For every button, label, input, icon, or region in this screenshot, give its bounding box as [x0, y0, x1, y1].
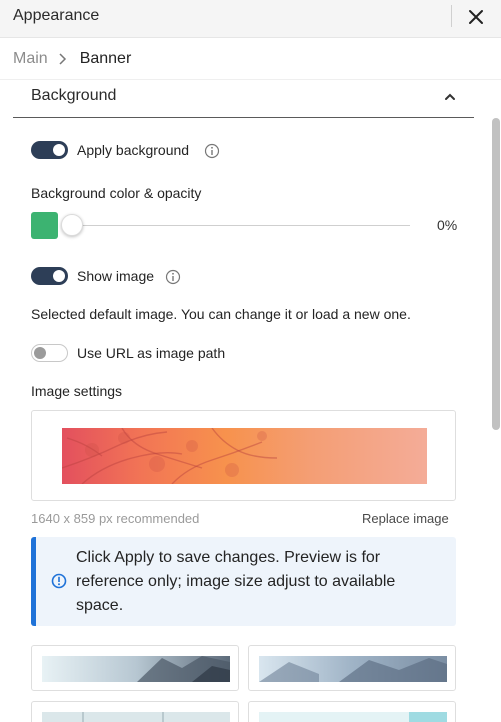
section-title: Background	[31, 87, 117, 104]
opacity-slider-thumb[interactable]	[61, 214, 83, 236]
chevron-up-icon[interactable]	[443, 90, 457, 104]
background-section-header[interactable]: Background	[13, 80, 474, 118]
image-settings-label: Image settings	[31, 383, 123, 399]
notice-text: Click Apply to save changes. Preview is …	[76, 549, 396, 614]
info-notice: Click Apply to save changes. Preview is …	[31, 537, 456, 626]
opacity-value: 0%	[437, 217, 458, 233]
banner-image-preview	[62, 428, 427, 484]
sky-thumbnail	[259, 712, 447, 722]
titlebar-divider	[451, 5, 452, 27]
show-image-label: Show image	[77, 268, 155, 284]
color-opacity-label: Background color & opacity	[31, 185, 202, 201]
breadcrumb-current: Banner	[79, 50, 132, 67]
show-image-toggle[interactable]	[31, 267, 68, 285]
apply-background-toggle[interactable]	[31, 141, 68, 159]
close-icon[interactable]	[466, 7, 486, 27]
panel-titlebar: Appearance	[0, 0, 501, 38]
opacity-slider-track[interactable]	[68, 225, 410, 226]
background-color-swatch[interactable]	[31, 212, 58, 239]
recommended-size-hint: 1640 x 859 px recommended	[31, 511, 200, 526]
tree-branches-graphic	[62, 428, 278, 484]
gallery-thumbnail[interactable]	[31, 645, 239, 691]
gallery-thumbnail[interactable]	[31, 701, 239, 722]
office-thumbnail	[42, 712, 230, 722]
image-preview-box	[31, 410, 456, 501]
use-url-label: Use URL as image path	[77, 345, 226, 361]
alert-icon	[51, 573, 67, 589]
gallery-thumbnail[interactable]	[248, 701, 456, 722]
scrollbar-thumb[interactable]	[492, 118, 500, 430]
panel-title: Appearance	[13, 7, 100, 24]
info-icon[interactable]	[204, 143, 220, 159]
breadcrumb: Main Banner	[13, 49, 131, 69]
use-url-toggle[interactable]	[31, 344, 68, 362]
chevron-right-icon	[59, 53, 66, 65]
building-towers-thumbnail	[259, 656, 447, 682]
panel-scrollbar[interactable]	[490, 88, 501, 722]
apply-background-label: Apply background	[77, 142, 190, 158]
breadcrumb-main[interactable]: Main	[13, 50, 48, 68]
selected-default-text: Selected default image. You can change i…	[31, 306, 411, 322]
gallery-thumbnail[interactable]	[248, 645, 456, 691]
info-icon[interactable]	[165, 269, 181, 285]
replace-image-link[interactable]: Replace image	[362, 511, 449, 526]
city-skyline-thumbnail	[42, 656, 230, 682]
